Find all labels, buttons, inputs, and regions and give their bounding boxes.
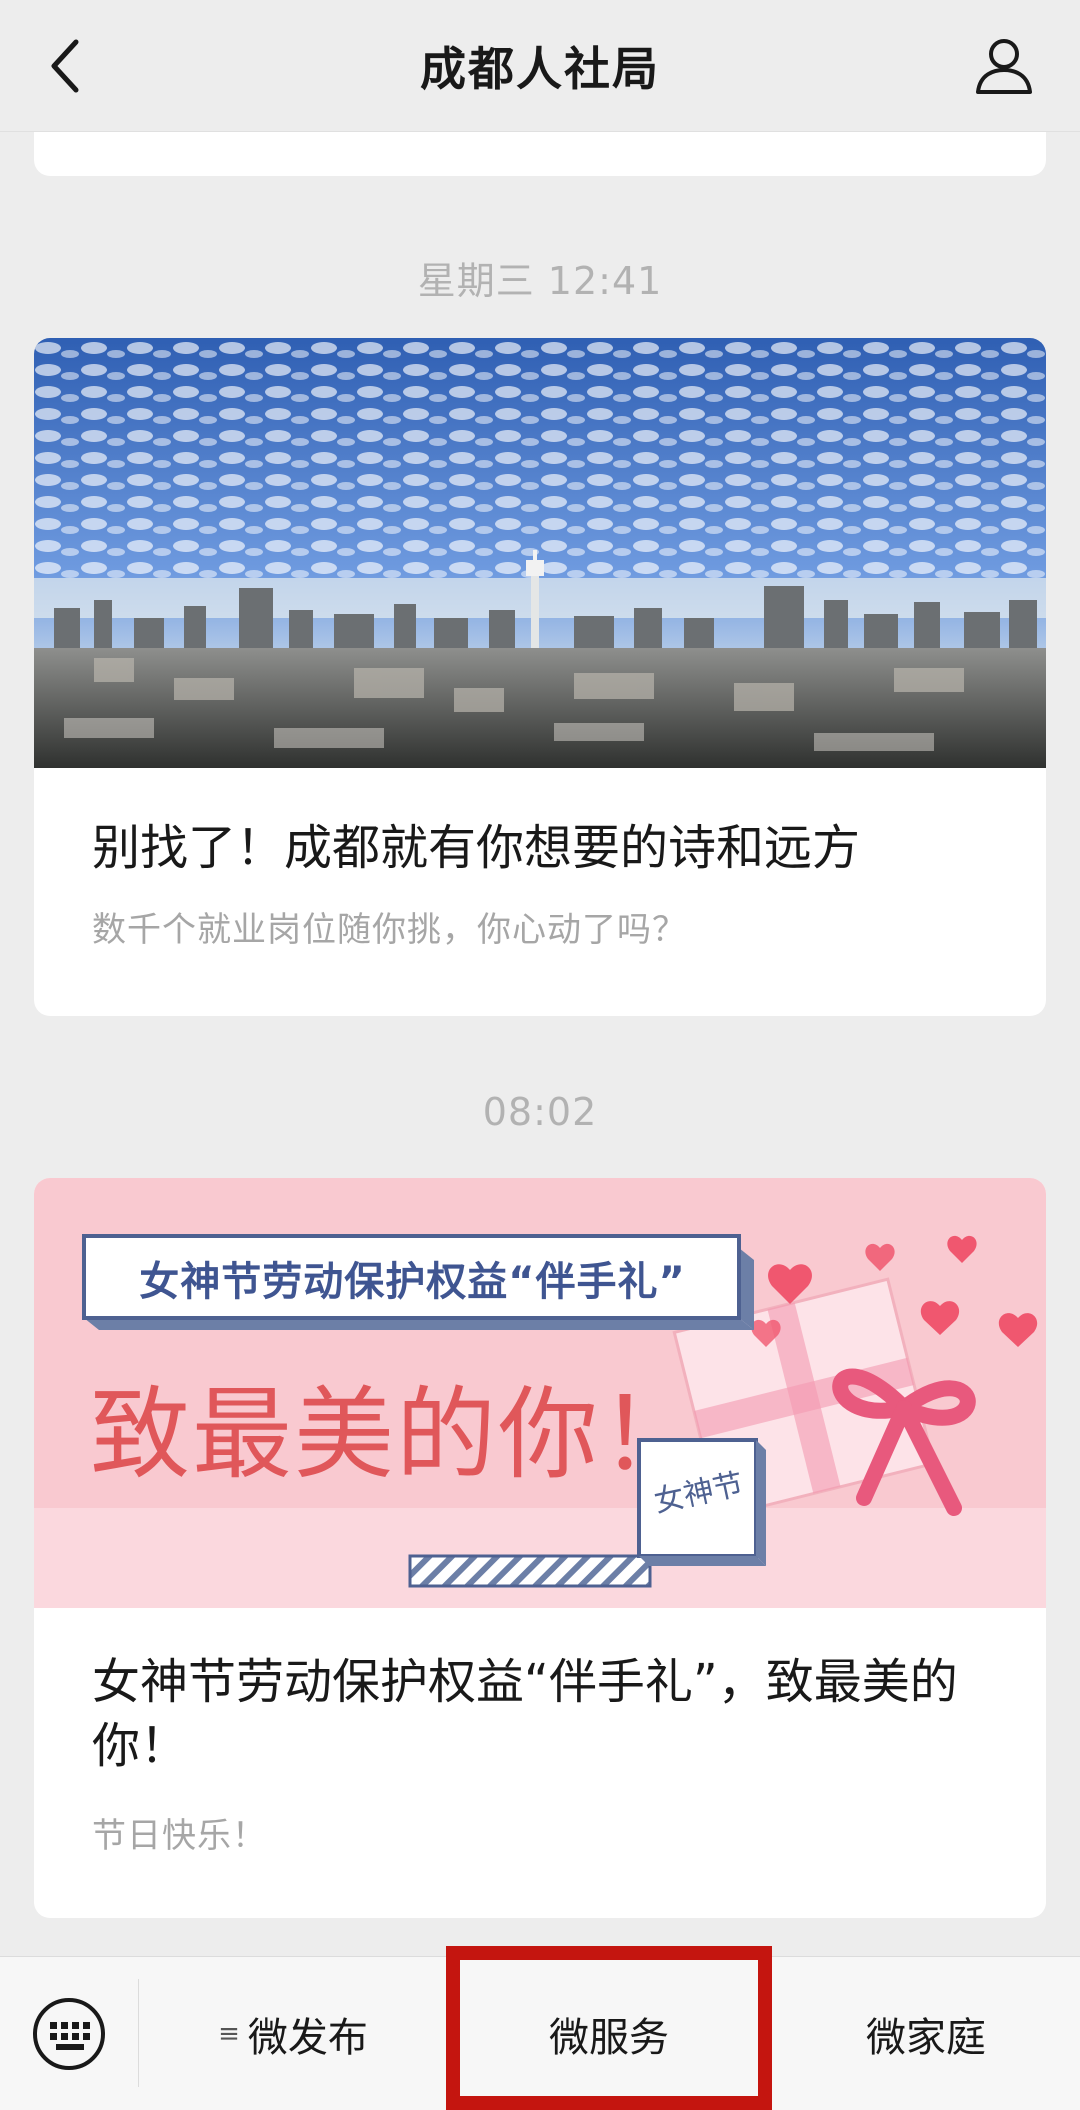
back-button[interactable] [36,30,96,102]
article-cover-image [34,338,1046,768]
menu-item-publish[interactable]: ≡ 微发布 [140,1957,446,2110]
nav-bar: 成都人社局 [0,0,1080,132]
article-cover-image: 女神节劳动保护权益“伴手礼” 致最美的你！ 女神节 [34,1178,1046,1608]
article-digest: 数千个就业岗位随你挑，你心动了吗？ [92,910,687,950]
keyboard-toggle-button[interactable] [30,1995,108,2073]
article-title: 女神节劳动保护权益“伴手礼”，致最美的你！ [92,1654,958,1774]
article-title: 别找了！成都就有你想要的诗和远方 [92,820,861,876]
message-time: 08:02 [482,1090,598,1134]
menu-item-family[interactable]: 微家庭 [772,1957,1080,2110]
menu-item-service[interactable]: 微服务 [446,1957,772,2110]
person-icon [976,39,1032,94]
article-digest: 节日快乐！ [92,1816,267,1856]
menu-divider [138,1979,139,2087]
article-card[interactable]: 女神节劳动保护权益“伴手礼” 致最美的你！ 女神节 女神节劳动保护权益“伴手礼”… [34,1178,1046,1918]
message-time: 星期三 12:41 [417,259,663,303]
menu-item-label: 微家庭 [866,2015,986,2061]
menu-lines-icon: ≡ [218,2019,240,2049]
bottom-menu-bar: ≡ 微发布 微服务 微家庭 [0,1956,1080,2110]
page-title: 成都人社局 [420,41,660,96]
keyboard-icon [33,1998,105,2070]
cover-main-text: 致最美的你！ [90,1376,702,1493]
chevron-left-icon [51,39,79,93]
menu-item-label: 微服务 [549,2015,669,2061]
menu-item-label: 微发布 [247,2015,368,2061]
cover-banner-text: 女神节劳动保护权益“伴手礼” [139,1259,686,1305]
article-card[interactable]: 别找了！成都就有你想要的诗和远方 数千个就业岗位随你挑，你心动了吗？ [34,338,1046,1016]
profile-button[interactable] [968,30,1040,102]
